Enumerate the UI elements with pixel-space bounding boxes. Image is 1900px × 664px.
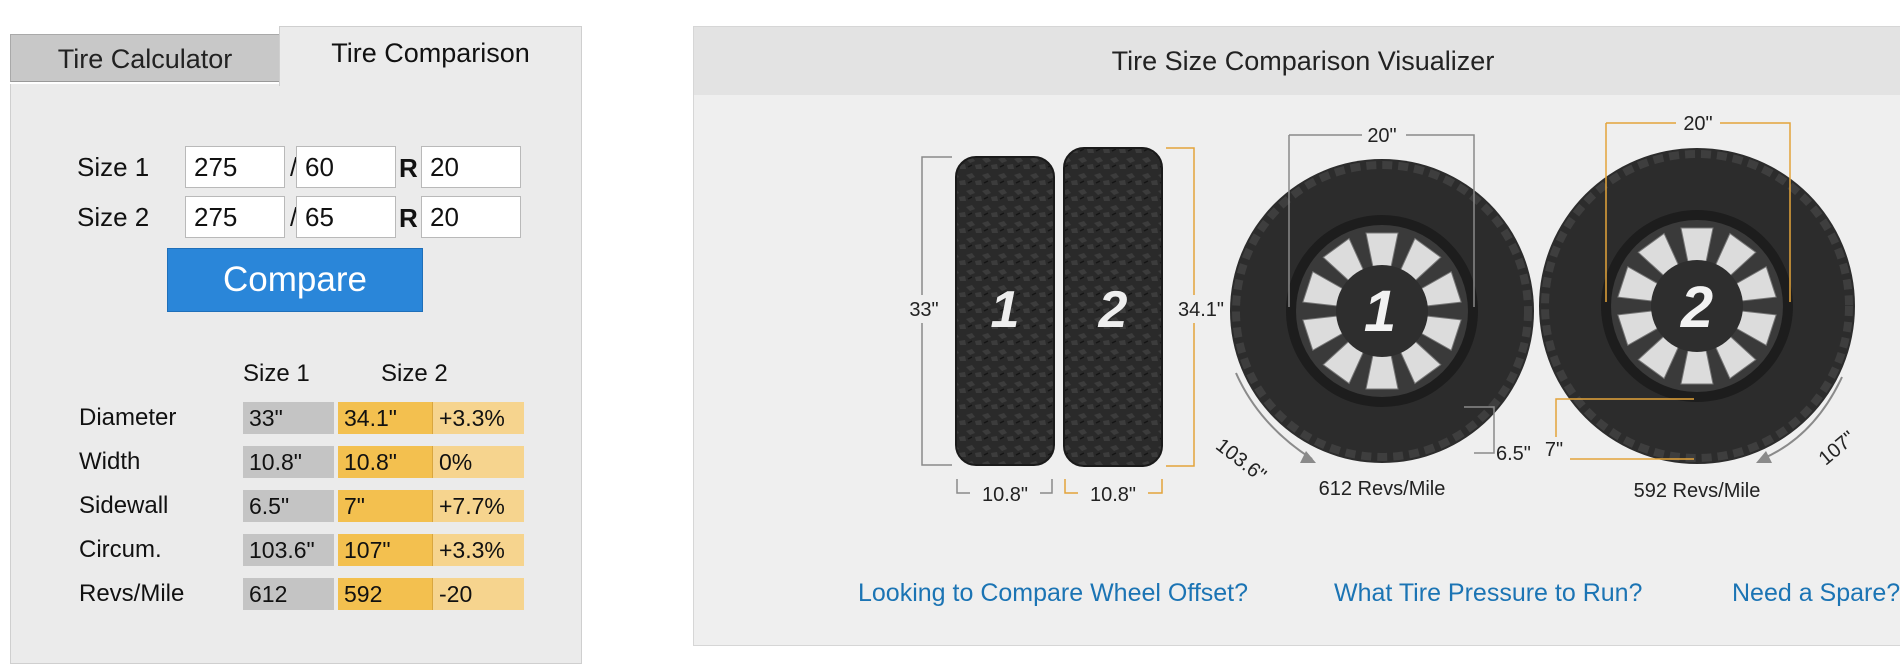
result-size2-value: 107" — [338, 534, 432, 566]
size1-rim-input[interactable] — [421, 146, 521, 188]
size1-label: Size 1 — [77, 152, 150, 182]
tire2-width-label: 10.8" — [1090, 484, 1136, 506]
size1-width-input[interactable] — [185, 146, 285, 188]
tire2-wheel-view: 2 — [1539, 148, 1855, 464]
tire2-circumference-label: 107" — [1815, 427, 1860, 470]
tire-visualization: 1 2 33" 10.8" 34.1" 10.8" 1 20" 6.5" 103… — [909, 111, 1860, 507]
result-size2-value: 7" — [338, 490, 432, 522]
result-size1-value: 6.5" — [243, 490, 334, 522]
tire1-side-number: 1 — [991, 281, 1020, 339]
tire2-rim-label: 20" — [1683, 113, 1712, 135]
result-difference: +3.3% — [432, 534, 524, 566]
tire2-diameter-label: 34.1" — [1178, 299, 1224, 321]
results-header-size2: Size 2 — [381, 360, 448, 387]
tire2-wheel-number: 2 — [1680, 275, 1713, 340]
size2-aspect-input[interactable] — [296, 196, 396, 238]
size1-r-label: R — [399, 153, 418, 183]
tire1-wheel-number: 1 — [1364, 279, 1396, 344]
result-size1-value: 103.6" — [243, 534, 334, 566]
tire1-width-label: 10.8" — [982, 484, 1028, 506]
result-difference: +7.7% — [432, 490, 524, 522]
result-difference: -20 — [432, 578, 524, 610]
tire2-side-number: 2 — [1098, 281, 1128, 339]
tire1-rim-label: 20" — [1367, 125, 1396, 147]
result-size2-value: 34.1" — [338, 402, 432, 434]
tire-calculator-panel: Tire Calculator Tire Comparison Size 1 /… — [10, 26, 582, 664]
tire1-side-view: 1 — [955, 156, 1055, 466]
result-size2-value: 10.8" — [338, 446, 432, 478]
tire1-revs-label: 612 Revs/Mile — [1319, 478, 1446, 500]
compare-button[interactable]: Compare — [167, 248, 423, 312]
result-size1-value: 612 — [243, 578, 334, 610]
result-label: Diameter — [79, 404, 177, 431]
result-size1-value: 10.8" — [243, 446, 334, 478]
result-label: Width — [79, 448, 141, 475]
result-size2-value: 592 — [338, 578, 432, 610]
comparison-form: Size 1 / R Size 2 / R Compare Size 1 Siz… — [10, 84, 582, 664]
link-tire-pressure[interactable]: What Tire Pressure to Run? — [1334, 579, 1642, 608]
result-label: Revs/Mile — [79, 580, 185, 607]
tire2-sidewall-label: 7" — [1545, 439, 1563, 461]
size2-rim-input[interactable] — [421, 196, 521, 238]
tire2-revs-label: 592 Revs/Mile — [1634, 480, 1761, 502]
tab-tire-calculator[interactable]: Tire Calculator — [10, 34, 280, 82]
tire-size-visualizer: Tire Size Comparison Visualizer 1 2 33" … — [693, 26, 1900, 646]
result-label: Circum. — [79, 536, 162, 563]
tire1-diameter-label: 33" — [909, 299, 938, 321]
result-label: Sidewall — [79, 492, 169, 519]
link-compare-wheel-offset[interactable]: Looking to Compare Wheel Offset? — [858, 579, 1248, 608]
results-header-size1: Size 1 — [243, 360, 310, 387]
size2-label: Size 2 — [77, 202, 150, 232]
link-need-a-spare[interactable]: Need a Spare? — [1732, 579, 1900, 608]
tire2-side-view: 2 — [1063, 147, 1163, 467]
result-difference: +3.3% — [432, 402, 524, 434]
tire1-wheel-view: 1 — [1230, 159, 1534, 463]
size1-aspect-input[interactable] — [296, 146, 396, 188]
result-difference: 0% — [432, 446, 524, 478]
size2-width-input[interactable] — [185, 196, 285, 238]
tire1-sidewall-label: 6.5" — [1496, 443, 1531, 465]
tab-tire-comparison[interactable]: Tire Comparison — [279, 26, 582, 86]
result-size1-value: 33" — [243, 402, 334, 434]
size2-r-label: R — [399, 203, 418, 233]
tire1-circumference-label: 103.6" — [1211, 434, 1270, 487]
